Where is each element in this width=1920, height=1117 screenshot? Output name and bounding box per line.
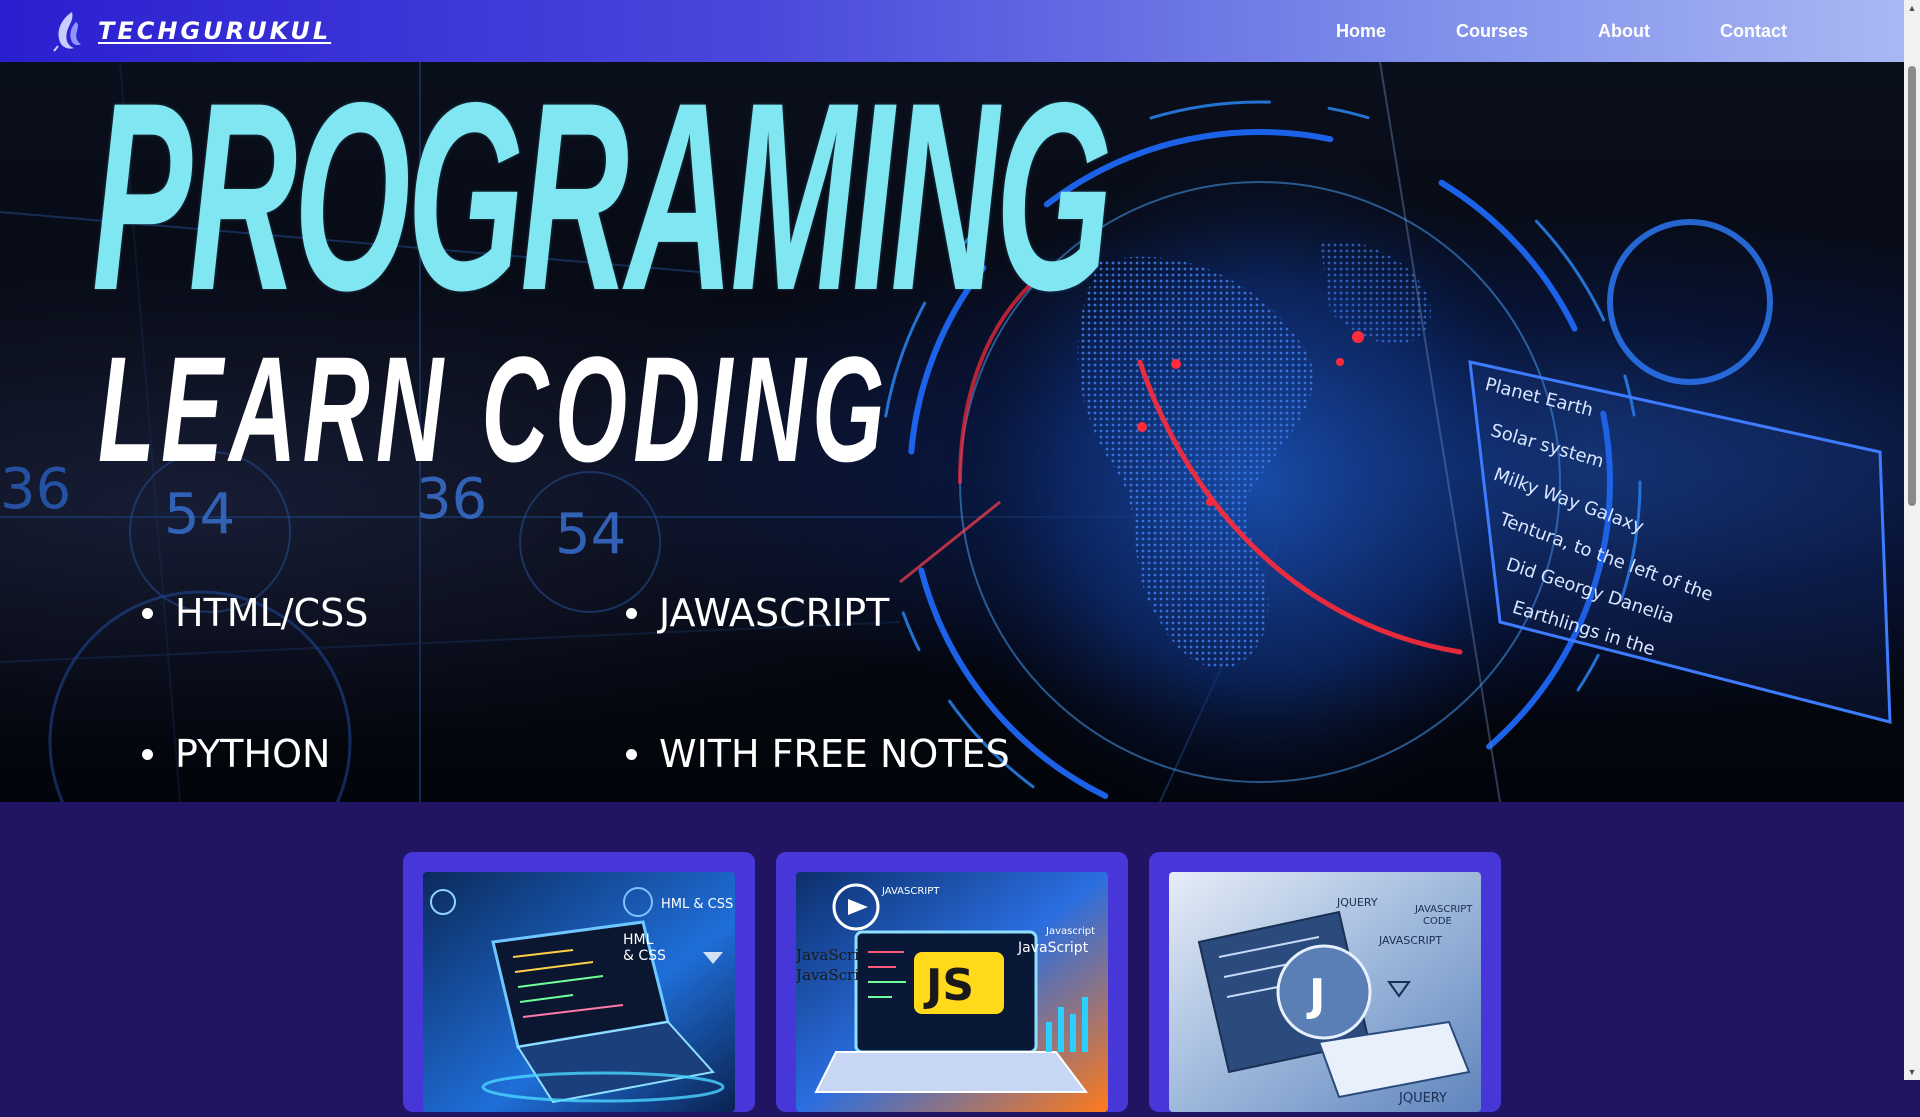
hero-title: PROGRAMING (92, 62, 1112, 346)
nav-home[interactable]: Home (1301, 21, 1421, 42)
card-caption-text: JAVASCRIPT (1378, 934, 1442, 947)
bullet-text: JAWASCRIPT (659, 591, 890, 635)
bullet-dot-icon (142, 748, 153, 760)
course-card-jquery[interactable]: J JQUERY JAVASCRIPT CODE JAVASCRIPT JQUE… (1149, 852, 1501, 1112)
bullet-dot-icon (142, 607, 153, 619)
card-caption-text: Javascript (1045, 926, 1095, 937)
hero-bullet-html-css: HTML/CSS (142, 591, 368, 635)
card-caption-text: & CSS (623, 948, 666, 964)
course-card-html-css[interactable]: HML & CSS HML & CSS (403, 852, 755, 1112)
flame-feather-icon (53, 12, 81, 52)
card-caption-text: HML (623, 932, 654, 948)
nav-contact[interactable]: Contact (1685, 21, 1822, 42)
card-caption-text: CODE (1423, 916, 1452, 927)
course-card-javascript[interactable]: JS JAVASCRIPT JavaScri JavaScri JavaScri… (776, 852, 1128, 1112)
hero-bullet-python: PYTHON (142, 732, 330, 776)
bullet-dot-icon (626, 748, 637, 760)
html-css-laptop-image: HML & CSS HML & CSS (423, 872, 735, 1112)
card-caption-text: JavaScri (796, 946, 859, 964)
card-caption-text: HML & CSS (661, 897, 733, 912)
hero-bullet-free-notes: WITH FREE NOTES (626, 732, 1010, 776)
hero-subtitle: LEARN CODING (98, 325, 891, 493)
bullet-text: HTML/CSS (175, 591, 369, 635)
course-cards: HML & CSS HML & CSS JS JAVASCRIPT JavaSc… (0, 802, 1904, 1112)
card-caption-text: JavaScript (1017, 940, 1089, 956)
hero-bullet-javascript: JAWASCRIPT (626, 591, 889, 635)
brand-name[interactable]: TECHGURUKUL (98, 17, 331, 45)
brand[interactable]: TECHGURUKUL (50, 10, 331, 52)
nav-links: Home Courses About Contact (1301, 21, 1822, 42)
scroll-thumb[interactable] (1908, 66, 1916, 506)
card-caption-text: JAVASCRIPT (1414, 904, 1473, 915)
card-caption-text: JQUERY (1336, 896, 1378, 909)
hud-number: 54 (555, 502, 627, 567)
top-navbar: TECHGURUKUL Home Courses About Contact (0, 0, 1904, 62)
scroll-down-arrow-icon[interactable]: ▼ (1904, 1064, 1920, 1080)
jquery-illustration-image: J JQUERY JAVASCRIPT CODE JAVASCRIPT JQUE… (1169, 872, 1481, 1112)
card-caption-text: JQUERY (1398, 1091, 1447, 1106)
bullet-text: PYTHON (175, 732, 331, 776)
scroll-up-arrow-icon[interactable]: ▲ (1904, 0, 1920, 16)
bullet-text: WITH FREE NOTES (659, 732, 1010, 776)
bullet-dot-icon (626, 607, 637, 619)
hud-number: 36 (0, 457, 72, 522)
vertical-scrollbar[interactable]: ▲ ▼ (1904, 0, 1920, 1080)
card-caption-text: J (1306, 970, 1325, 1021)
card-caption-text: JavaScri (796, 966, 859, 984)
javascript-laptop-image: JS JAVASCRIPT JavaScri JavaScri JavaScri… (794, 872, 1108, 1112)
card-caption-text: JS (923, 960, 974, 1011)
nav-courses[interactable]: Courses (1421, 21, 1563, 42)
card-caption-text: JAVASCRIPT (881, 886, 940, 897)
hero-banner: 36 54 36 54 Planet Earth Solar system Mi… (0, 62, 1904, 802)
nav-about[interactable]: About (1563, 21, 1685, 42)
